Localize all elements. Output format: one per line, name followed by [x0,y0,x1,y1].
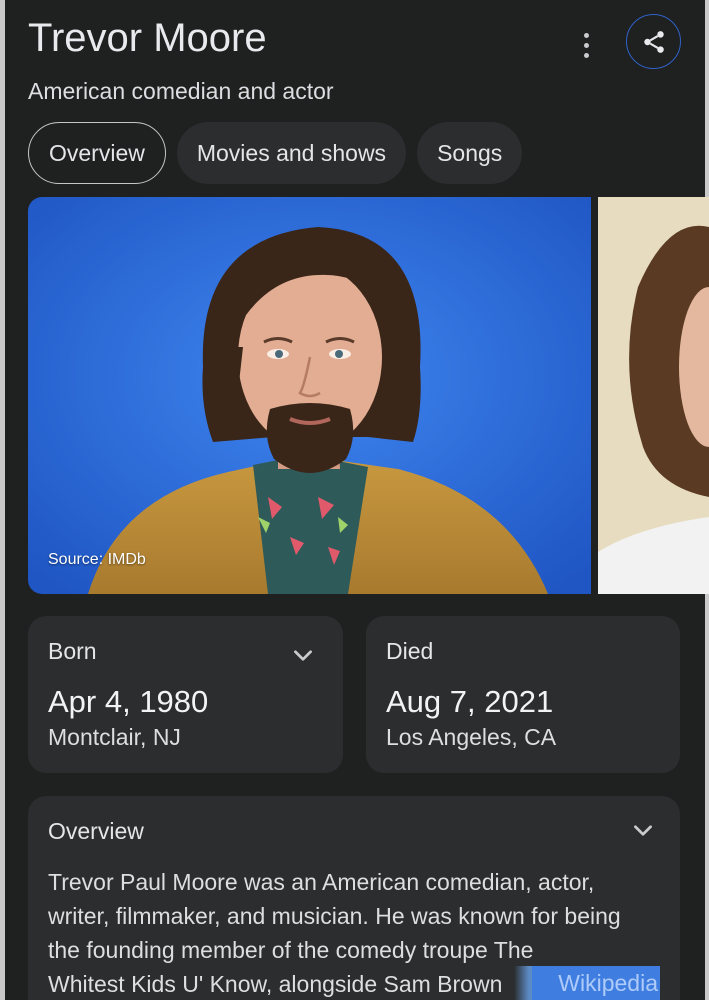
tab-songs[interactable]: Songs [417,122,523,184]
tab-bar: Overview Movies and shows Songs [28,122,523,184]
more-vert-icon [583,32,589,38]
wikipedia-source-fade: Wikipedia [514,966,660,1000]
portrait-illustration [28,197,591,594]
died-label: Died [386,638,434,664]
born-date: Apr 4, 1980 [48,684,209,719]
page-title: Trevor Moore [28,16,267,60]
tab-overview[interactable]: Overview [28,122,166,184]
died-date: Aug 7, 2021 [386,684,554,719]
born-place: Montclair, NJ [48,724,181,750]
born-card[interactable]: Born Apr 4, 1980 Montclair, NJ [28,616,343,773]
overview-card[interactable]: Overview Trevor Paul Moore was an Americ… [28,796,680,1000]
more-vert-dot [583,52,589,58]
share-icon [643,30,664,53]
main-photo[interactable]: Source: IMDb [28,197,591,594]
overview-title: Overview [48,818,144,844]
wikipedia-link[interactable]: Wikipedia [532,966,660,1000]
secondary-portrait-illustration [598,197,709,594]
screen-edge-left [0,0,5,1000]
more-options-button[interactable] [574,28,598,62]
overview-line: writer, filmmaker, and musician. He was … [48,903,621,929]
share-button[interactable] [626,14,681,69]
died-place: Los Angeles, CA [386,724,557,750]
overview-line: Trevor Paul Moore was an American comedi… [48,869,595,895]
chevron-down-icon[interactable] [630,817,656,843]
page-subtitle: American comedian and actor [28,78,334,104]
knowledge-panel-header: Trevor Moore American comedian and actor [28,14,681,124]
overview-line: the founding member of the comedy troupe… [48,937,534,963]
chevron-down-icon[interactable] [290,642,316,668]
secondary-photo[interactable] [598,197,709,594]
photo-source-caption: Source: IMDb [48,551,146,568]
died-card[interactable]: Died Aug 7, 2021 Los Angeles, CA [366,616,680,773]
more-vert-dot [583,42,589,48]
born-label: Born [48,638,97,664]
tab-movies-and-shows[interactable]: Movies and shows [176,122,407,184]
